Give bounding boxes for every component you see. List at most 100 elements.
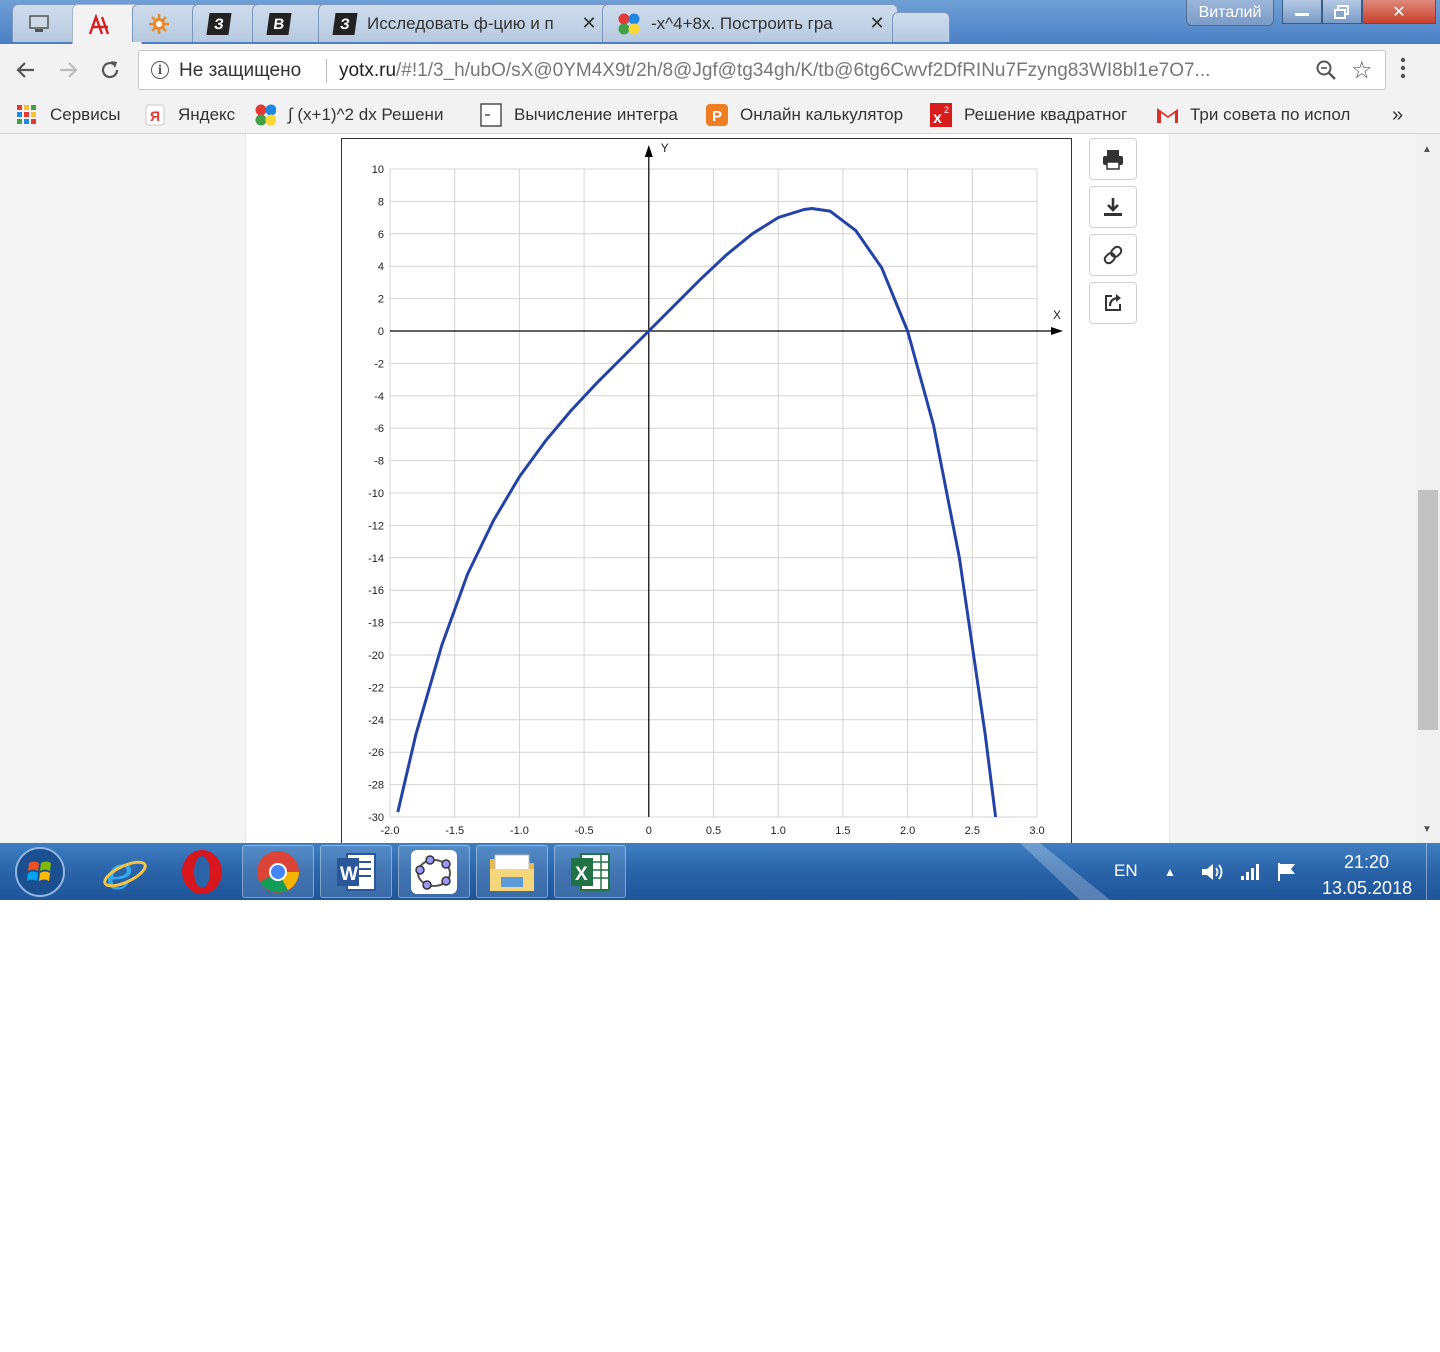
monitor-icon [27, 12, 51, 36]
divider [326, 59, 327, 83]
print-icon [1103, 150, 1123, 170]
bookmark-yandex[interactable]: Я Яндекс [144, 103, 235, 127]
zoom-icon[interactable] [1315, 59, 1337, 87]
print-button[interactable] [1089, 138, 1137, 180]
profile-button[interactable]: Виталий [1186, 0, 1274, 26]
svg-text:Я: Я [150, 108, 160, 124]
explorer-icon [490, 854, 534, 891]
orange-p-icon: P [706, 104, 728, 126]
taskbar-word[interactable]: W [320, 845, 392, 898]
tab-5[interactable]: В [252, 4, 328, 42]
x-tick-label: -0.5 [575, 825, 594, 837]
bookmark-services[interactable]: Сервисы [16, 103, 120, 127]
bookmark-integral[interactable]: ∫ (x+1)^2 dx Решени [254, 103, 464, 127]
x-axis-arrow [1051, 327, 1063, 335]
bookmark-label: Вычисление интегра [514, 105, 678, 124]
link-icon [1103, 245, 1123, 265]
taskbar-excel[interactable]: X [554, 845, 626, 898]
gmail-icon [1156, 104, 1178, 126]
red-logo-icon [87, 13, 111, 37]
bookmarks-bar: Сервисы Я Яндекс ∫ (x+1)^2 dx Решени Выч… [0, 96, 1440, 134]
y-tick-label: -30 [368, 812, 384, 824]
show-hidden-icons-icon[interactable]: ▲ [1164, 865, 1176, 879]
z-letter-icon: З [332, 12, 358, 36]
x-axis-label: X [1053, 308, 1061, 322]
clock-time[interactable]: 21:20 [1344, 852, 1389, 873]
bookmark-gmail[interactable]: Три совета по испол [1156, 103, 1362, 127]
vertical-scrollbar[interactable]: ▲ ▼ [1416, 134, 1440, 843]
excel-icon: X [571, 852, 610, 891]
close-icon[interactable]: ✕ [867, 13, 887, 34]
y-tick-label: -2 [374, 358, 384, 370]
taskbar-geogebra[interactable] [398, 845, 470, 898]
opera-icon [182, 849, 222, 894]
start-button[interactable] [4, 845, 76, 898]
taskbar-chrome[interactable] [242, 845, 314, 898]
tab-7[interactable]: -x^4+8x. Построить гра ✕ [602, 4, 898, 42]
address-bar[interactable]: i Не защищено yotx.ru/#!1/3_h/ubO/sX@0YM… [138, 50, 1386, 90]
y-tick-label: -28 [368, 780, 384, 792]
y-tick-label: -14 [368, 553, 384, 565]
window-close-button[interactable]: ✕ [1362, 0, 1436, 24]
volume-icon[interactable] [1200, 861, 1226, 888]
y-tick-label: -8 [374, 456, 384, 468]
menu-icon[interactable] [1400, 56, 1406, 80]
reload-icon [101, 61, 119, 79]
back-arrow-icon [16, 62, 34, 78]
tab-6[interactable]: З Исследовать ф-цию и п ✕ [318, 4, 610, 42]
y-tick-label: -20 [368, 650, 384, 662]
security-label[interactable]: Не защищено [179, 60, 301, 82]
y-tick-label: -26 [368, 747, 384, 759]
scroll-thumb[interactable] [1418, 490, 1438, 730]
reload-button[interactable] [96, 56, 124, 84]
tab-title: -x^4+8x. Построить гра [651, 13, 833, 33]
bookmarks-overflow-button[interactable]: » [1392, 103, 1403, 127]
restore-button[interactable] [1322, 0, 1362, 24]
ie-icon: e [103, 849, 147, 895]
x-tick-label: 2.0 [900, 825, 915, 837]
restore-icon [1334, 4, 1349, 19]
forward-button[interactable] [54, 56, 82, 84]
y-tick-label: 6 [378, 229, 384, 241]
scroll-down-icon[interactable]: ▼ [1422, 824, 1432, 835]
y-tick-label: -22 [368, 682, 384, 694]
bookmark-label: Три совета по испол [1190, 105, 1351, 124]
scroll-up-icon[interactable]: ▲ [1422, 144, 1432, 155]
new-tab-button[interactable] [892, 12, 950, 42]
show-desktop-button[interactable] [1426, 843, 1440, 900]
bookmark-online-calc[interactable]: P Онлайн калькулятор [706, 103, 914, 127]
link-button[interactable] [1089, 234, 1137, 276]
url-text[interactable]: yotx.ru/#!1/3_h/ubO/sX@0YM4X9t/2h/8@Jgf@… [339, 60, 1210, 82]
svg-text:X: X [575, 864, 588, 885]
svg-text:P: P [712, 108, 722, 125]
download-button[interactable] [1089, 186, 1137, 228]
geogebra-icon [411, 849, 457, 894]
x-tick-label: -1.5 [445, 825, 464, 837]
page-viewport: -2.0 -1.5 -1.0 -0.5 0 0.5 1.0 1.5 2.0 2.5 3.0 10 8 6 4… [0, 134, 1416, 843]
y-tick-label: -24 [368, 715, 384, 727]
taskbar-explorer[interactable] [476, 845, 548, 898]
function-graph[interactable]: -2.0 -1.5 -1.0 -0.5 0 0.5 1.0 1.5 2.0 2.5 3.0 10 8 6 4… [342, 139, 1071, 843]
start-orb-icon [15, 846, 65, 897]
taskbar-opera[interactable] [166, 845, 238, 898]
tab-title: Исследовать ф-цию и п [367, 13, 554, 33]
back-button[interactable] [12, 56, 40, 84]
y-tick-label: -16 [368, 585, 384, 597]
bookmark-integral-calc[interactable]: Вычисление интегра [480, 103, 688, 127]
bookmark-label: Решение квадратног [964, 105, 1128, 124]
y-tick-label: -4 [374, 391, 384, 403]
clock-date[interactable]: 13.05.2018 [1322, 878, 1412, 899]
action-center-flag-icon[interactable] [1276, 861, 1298, 888]
share-button[interactable] [1089, 282, 1137, 324]
network-icon[interactable] [1240, 861, 1260, 886]
taskbar-ie[interactable]: e [88, 845, 160, 898]
info-icon[interactable]: i [151, 61, 169, 79]
minimize-button[interactable] [1282, 0, 1322, 24]
x-tick-label: 0 [646, 825, 652, 837]
page-icon [480, 103, 502, 127]
star-icon[interactable]: ☆ [1351, 56, 1373, 85]
close-icon[interactable]: ✕ [579, 13, 599, 34]
bookmark-quadratic[interactable]: x2 Решение квадратног [930, 103, 1136, 127]
browser-toolbar: i Не защищено yotx.ru/#!1/3_h/ubO/sX@0YM… [0, 44, 1440, 96]
language-indicator[interactable]: EN [1114, 861, 1138, 881]
